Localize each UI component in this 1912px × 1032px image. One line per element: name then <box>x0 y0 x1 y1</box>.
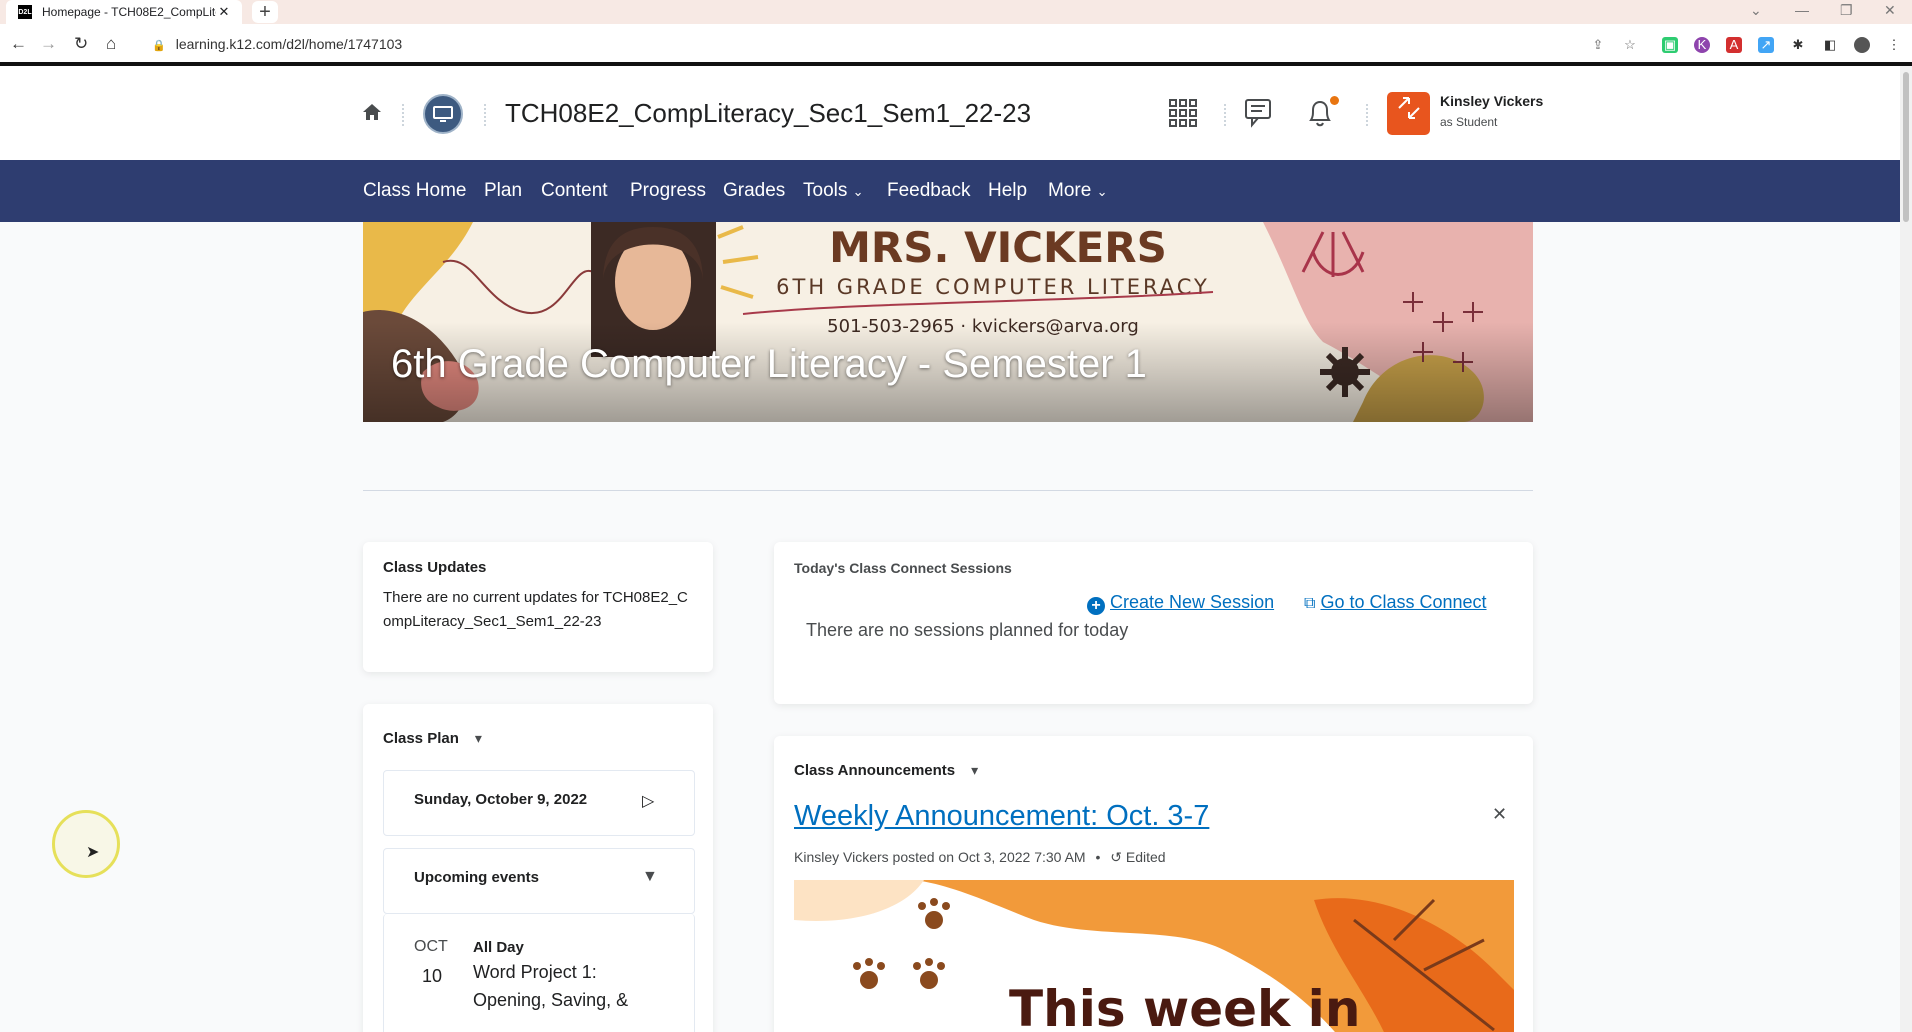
chevron-down-icon: ▼ <box>642 868 658 885</box>
next-day-arrow-icon[interactable]: ▷ <box>642 791 654 811</box>
header-separator <box>1224 104 1227 126</box>
tab-search-icon[interactable]: ⌄ <box>1750 2 1762 19</box>
profile-avatar-icon[interactable] <box>1854 37 1870 53</box>
tab-close-icon[interactable]: ✕ <box>216 4 232 20</box>
notification-dot <box>1330 96 1339 105</box>
event-list: OCT 10 All Day Word Project 1: Opening, … <box>383 914 695 1032</box>
plan-date: Sunday, October 9, 2022 <box>414 791 588 808</box>
upcoming-events-toggle[interactable]: Upcoming events ▼ <box>383 848 695 914</box>
pdf-extension-icon[interactable]: A <box>1726 37 1742 53</box>
sessions-title: Today's Class Connect Sessions <box>794 560 1012 576</box>
banner-teacher-name: MRS. VICKERS <box>829 223 1167 272</box>
banner-illustration: MRS. VICKERS 6TH GRADE COMPUTER LITERACY… <box>363 222 1533 422</box>
no-sessions-text: There are no sessions planned for today <box>806 620 1129 640</box>
header-separator <box>484 104 487 126</box>
lock-icon: 🔒 <box>152 40 166 52</box>
extension-blue-icon[interactable]: ↗ <box>1758 37 1774 53</box>
nav-grades[interactable]: Grades <box>723 180 785 202</box>
chevron-down-icon: ▾ <box>971 762 979 778</box>
nav-more[interactable]: More ⌄ <box>1048 180 1107 202</box>
class-connect-sessions-widget: Today's Class Connect Sessions + Create … <box>774 542 1533 704</box>
announcement-image: This week in <box>794 880 1514 1032</box>
nav-tools[interactable]: Tools ⌄ <box>803 180 864 202</box>
announcements-header[interactable]: Class Announcements ▾ <box>794 762 978 780</box>
user-name[interactable]: Kinsley Vickers <box>1440 93 1543 109</box>
dismiss-announcement-icon[interactable]: ✕ <box>1492 804 1507 825</box>
page-content: TCH08E2_CompLiteracy_Sec1_Sem1_22-23 Kin… <box>0 66 1900 1032</box>
announcement-image-text: This week in <box>1009 980 1361 1032</box>
chevron-down-icon: ▾ <box>474 730 482 746</box>
create-new-session-link[interactable]: + Create New Session <box>1087 592 1274 615</box>
home-icon[interactable] <box>362 102 382 128</box>
extensions-puzzle-icon[interactable]: ✱ <box>1790 37 1806 53</box>
url-field[interactable]: 🔒 learning.k12.com/d2l/home/1747103 <box>152 36 402 52</box>
reload-icon[interactable]: ↻ <box>74 34 88 54</box>
announcement-meta: Kinsley Vickers posted on Oct 3, 2022 7:… <box>794 849 1166 865</box>
course-navbar: Class Home Plan Content Progress Grades … <box>0 160 1900 222</box>
go-to-class-connect-link[interactable]: ⧉ Go to Class Connect <box>1304 592 1487 613</box>
user-role: as Student <box>1440 115 1498 129</box>
nav-class-home[interactable]: Class Home <box>363 180 466 202</box>
back-icon[interactable]: ← <box>10 34 27 54</box>
event-title-line1[interactable]: Word Project 1: <box>473 962 597 983</box>
browser-menu-icon[interactable]: ⋮ <box>1886 37 1902 53</box>
nav-progress[interactable]: Progress <box>630 180 706 202</box>
history-icon: ↺ <box>1110 849 1122 865</box>
d2l-header: TCH08E2_CompLiteracy_Sec1_Sem1_22-23 Kin… <box>0 66 1900 160</box>
user-avatar[interactable] <box>1387 92 1430 135</box>
date-navigator: Sunday, October 9, 2022 ▷ <box>383 770 695 836</box>
side-panel-icon[interactable]: ◧ <box>1822 37 1838 53</box>
scrollbar-thumb[interactable] <box>1903 72 1909 222</box>
event-month: OCT <box>414 938 448 955</box>
nav-feedback[interactable]: Feedback <box>887 180 970 202</box>
page-scrollbar[interactable] <box>1900 66 1912 1032</box>
event-day: 10 <box>422 966 443 986</box>
course-selector-grid-icon[interactable] <box>1168 98 1198 135</box>
new-tab-button[interactable]: + <box>252 1 278 23</box>
message-alerts-icon[interactable] <box>1244 98 1276 135</box>
nav-content[interactable]: Content <box>541 180 608 202</box>
d2l-favicon-icon: D2L <box>18 5 32 19</box>
upcoming-events-label: Upcoming events <box>414 869 540 886</box>
announcement-headline[interactable]: Weekly Announcement: Oct. 3-7 <box>794 800 1209 833</box>
course-logo-icon[interactable] <box>423 94 463 134</box>
home-icon[interactable]: ⌂ <box>106 34 116 54</box>
external-link-icon: ⧉ <box>1304 595 1316 612</box>
bookmark-star-icon[interactable]: ☆ <box>1622 37 1638 53</box>
header-separator <box>1366 104 1369 126</box>
extension-k-icon[interactable]: K <box>1694 37 1710 53</box>
class-updates-title: Class Updates <box>383 559 487 576</box>
browser-tab[interactable]: D2L Homepage - TCH08E2_CompLite ✕ <box>6 0 242 24</box>
address-bar: ← → ↻ ⌂ 🔒 learning.k12.com/d2l/home/17471… <box>0 24 1912 66</box>
divider <box>363 490 1533 491</box>
class-updates-widget: Class Updates There are no current updat… <box>363 542 713 672</box>
event-time: All Day <box>473 939 524 956</box>
close-window-icon[interactable]: ✕ <box>1884 2 1896 19</box>
event-title-line2[interactable]: Opening, Saving, & <box>473 990 628 1011</box>
class-updates-text: There are no current updates for TCH08E2… <box>383 589 688 630</box>
extension-green-icon[interactable]: ▣ <box>1662 37 1678 53</box>
header-separator <box>402 104 405 126</box>
plus-circle-icon: + <box>1087 597 1105 615</box>
notifications-bell-icon[interactable] <box>1306 98 1334 135</box>
minimize-icon[interactable]: — <box>1795 2 1809 18</box>
chevron-down-icon: ⌄ <box>852 184 864 199</box>
browser-tab-bar: D2L Homepage - TCH08E2_CompLite ✕ + ⌄ — … <box>0 0 1912 24</box>
banner-title: 6th Grade Computer Literacy - Semester 1 <box>391 342 1147 386</box>
class-plan-header[interactable]: Class Plan ▾ <box>383 730 482 748</box>
tab-title: Homepage - TCH08E2_CompLite <box>42 5 216 19</box>
nav-help[interactable]: Help <box>988 180 1027 202</box>
mouse-pointer-icon: ➤ <box>86 844 100 861</box>
nav-plan[interactable]: Plan <box>484 180 522 202</box>
course-name[interactable]: TCH08E2_CompLiteracy_Sec1_Sem1_22-23 <box>505 98 1031 129</box>
restore-icon[interactable]: ❐ <box>1840 2 1853 19</box>
class-plan-widget: Class Plan ▾ Sunday, October 9, 2022 ▷ Up… <box>363 704 713 1032</box>
course-banner: MRS. VICKERS 6TH GRADE COMPUTER LITERACY… <box>363 222 1533 422</box>
chevron-down-icon: ⌄ <box>1096 184 1108 199</box>
class-announcements-widget: Class Announcements ▾ Weekly Announcement… <box>774 736 1533 1032</box>
share-icon[interactable]: ⇪ <box>1590 37 1606 53</box>
forward-icon[interactable]: → <box>40 34 57 54</box>
